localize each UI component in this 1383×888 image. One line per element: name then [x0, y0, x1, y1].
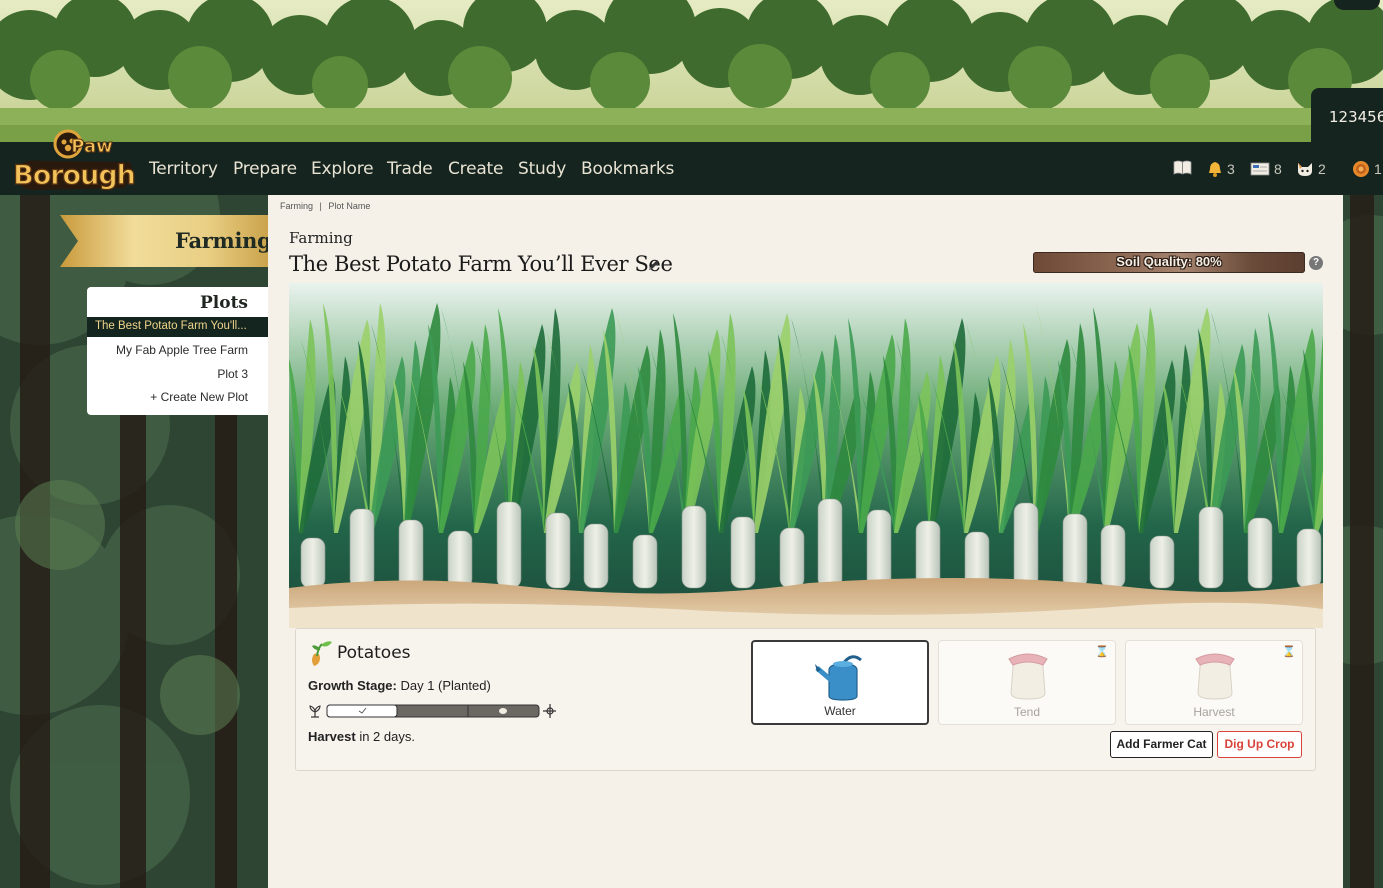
root-vegetable — [1296, 528, 1322, 589]
root-vegetable — [681, 505, 707, 589]
plots-panel: Plots The Best Potato Farm You'll... My … — [87, 287, 268, 415]
root-vegetable — [545, 512, 571, 589]
currency-count: 1 — [1374, 161, 1382, 177]
root-vegetable — [496, 501, 522, 589]
root-vegetable — [398, 519, 424, 589]
coin-icon — [1353, 161, 1369, 177]
page-kicker: Farming — [289, 229, 353, 247]
watering-can-icon — [815, 655, 862, 701]
notifications-count: 3 — [1227, 161, 1235, 177]
root-vegetable — [583, 523, 609, 589]
harvest-action-label: Harvest — [1193, 705, 1235, 719]
plot-item-label: The Best Potato Farm You'll... — [95, 320, 247, 332]
growth-stage-value: Day 1 (Planted) — [400, 678, 491, 693]
root-vegetable — [447, 530, 473, 589]
root-vegetable — [779, 527, 805, 589]
book-icon — [1173, 160, 1192, 175]
journal-button[interactable] — [1173, 160, 1192, 175]
tend-label: Tend — [1013, 705, 1041, 719]
plot-item[interactable]: Plot 3 — [217, 367, 248, 381]
currency-button[interactable]: 1 — [1352, 160, 1382, 178]
user-id: 123456 — [1329, 108, 1383, 126]
nav-study[interactable]: Study — [518, 159, 566, 179]
jar-icon — [1008, 653, 1048, 700]
mail-count: 8 — [1274, 161, 1282, 177]
nav-territory[interactable]: Territory — [149, 159, 218, 179]
dig-up-crop-button[interactable]: Dig Up Crop — [1217, 731, 1302, 758]
root-vegetable — [349, 508, 375, 589]
pencil-icon[interactable] — [646, 257, 662, 273]
seedling-icon — [309, 705, 321, 718]
create-plot-link[interactable]: + Create New Plot — [150, 390, 248, 404]
root-vegetable — [1198, 506, 1224, 589]
crop-name: Potatoes — [337, 643, 411, 663]
nav-prepare[interactable]: Prepare — [233, 159, 297, 179]
mail-button[interactable]: 8 — [1250, 160, 1282, 178]
user-id-box: 123456 — [1311, 88, 1383, 142]
potato-marker — [499, 708, 507, 714]
logo-line1: Paw — [71, 136, 112, 157]
plot-item[interactable]: My Fab Apple Tree Farm — [116, 343, 248, 357]
mail-icon — [1250, 162, 1270, 176]
harvest-value: in 2 days. — [359, 729, 415, 744]
root-vegetable — [1062, 513, 1088, 589]
cat-icon — [1298, 163, 1312, 176]
logo-line2: Borough — [13, 160, 135, 191]
growth-progress — [309, 704, 556, 718]
bell-icon — [1209, 162, 1221, 177]
nav-create[interactable]: Create — [448, 159, 503, 179]
cats-button[interactable]: 2 — [1296, 160, 1326, 178]
soil-quality-label: Soil Quality: 80% — [1116, 254, 1222, 269]
breadcrumb: Farming | Plot Name — [280, 201, 374, 211]
root-vegetable — [1100, 524, 1126, 589]
root-vegetable — [730, 516, 756, 589]
root-vegetable — [300, 537, 326, 589]
root-vegetable — [632, 534, 658, 589]
water-label: Water — [824, 704, 856, 718]
root-vegetable — [866, 509, 892, 589]
water-action[interactable]: Water — [751, 640, 929, 725]
sprout-icon — [312, 641, 332, 666]
breadcrumb-separator: | — [319, 201, 322, 211]
section-title: Farming — [175, 228, 272, 253]
breadcrumb-plot-name: Plot Name — [328, 201, 371, 211]
root-vegetable — [1247, 517, 1273, 589]
harvest-label: Harvest — [308, 729, 356, 744]
harvest-action[interactable]: ⌛ Harvest — [1125, 640, 1303, 725]
breadcrumb-farming[interactable]: Farming — [280, 201, 313, 211]
root-vegetable — [817, 498, 843, 589]
hourglass-icon: ⌛ — [1095, 646, 1109, 658]
nav-bookmarks[interactable]: Bookmarks — [581, 159, 674, 179]
root-vegetable — [1013, 502, 1039, 589]
growth-stage: Growth Stage: Day 1 (Planted) — [308, 678, 491, 693]
root-vegetable — [915, 520, 941, 589]
crop-illustration — [289, 283, 1323, 628]
jar-icon — [1195, 653, 1235, 700]
harvest-icon — [543, 704, 556, 718]
nav-explore[interactable]: Explore — [311, 159, 374, 179]
page-title: The Best Potato Farm You’ll Ever See — [289, 252, 673, 276]
root-vegetable — [1149, 535, 1175, 589]
hourglass-icon: ⌛ — [1282, 646, 1296, 658]
notifications-button[interactable]: 3 — [1207, 160, 1235, 178]
add-farmer-cat-button[interactable]: Add Farmer Cat — [1110, 731, 1213, 758]
nav-trade[interactable]: Trade — [387, 159, 433, 179]
tend-action[interactable]: ⌛ Tend — [938, 640, 1116, 725]
cats-count: 2 — [1318, 161, 1326, 177]
help-icon[interactable]: ? — [1309, 256, 1323, 270]
paw-borough-logo[interactable]: Paw Borough — [12, 128, 136, 196]
plot-item-active[interactable]: The Best Potato Farm You'll... — [87, 317, 268, 337]
theme-toggle-button[interactable] — [1334, 0, 1380, 10]
forest-header-background — [0, 0, 1383, 142]
plots-title: Plots — [199, 293, 248, 313]
growth-stage-label: Growth Stage: — [308, 678, 397, 693]
harvest-info: Harvest in 2 days. — [308, 729, 415, 744]
